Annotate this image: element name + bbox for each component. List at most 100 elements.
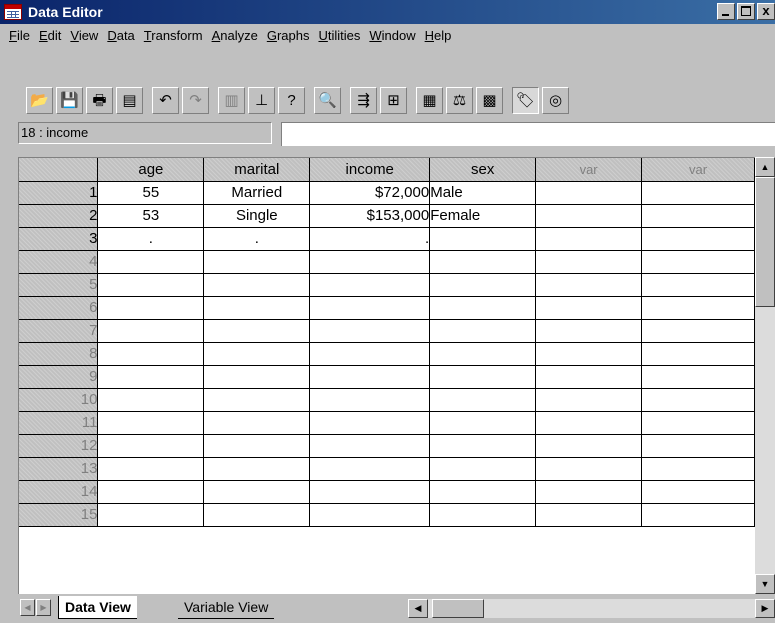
tab-prev-button[interactable]: ◀: [20, 599, 35, 616]
cell-income[interactable]: [309, 503, 431, 527]
cell-var[interactable]: [535, 296, 643, 320]
cell-age[interactable]: [97, 457, 205, 481]
cell-marital[interactable]: [203, 411, 311, 435]
cell-income[interactable]: [309, 480, 431, 504]
undo-button[interactable]: ↶: [152, 86, 179, 114]
cell-age[interactable]: [97, 434, 205, 458]
cell-var[interactable]: [535, 365, 643, 389]
cell-marital[interactable]: .: [203, 227, 311, 251]
cell-var[interactable]: [535, 480, 643, 504]
column-header-age[interactable]: age: [97, 158, 205, 182]
menu-utilities[interactable]: Utilities: [318, 28, 360, 43]
cell-var[interactable]: [641, 434, 755, 458]
cell-marital[interactable]: Married: [203, 181, 311, 205]
use-sets-button[interactable]: ◎: [542, 86, 569, 114]
cell-var[interactable]: [535, 388, 643, 412]
cell-var[interactable]: [535, 457, 643, 481]
cell-editor-input[interactable]: [281, 122, 775, 146]
scroll-left-button[interactable]: ◀: [408, 599, 428, 618]
column-header-sex[interactable]: sex: [429, 158, 537, 182]
cell-marital[interactable]: [203, 434, 311, 458]
cell-marital[interactable]: [203, 273, 311, 297]
scroll-down-button[interactable]: ▼: [755, 574, 775, 594]
row-header[interactable]: 4: [19, 250, 99, 274]
cell-var[interactable]: [641, 457, 755, 481]
grid-corner[interactable]: [19, 158, 99, 182]
cell-var[interactable]: [535, 319, 643, 343]
row-header[interactable]: 13: [19, 457, 99, 481]
cell-sex[interactable]: [429, 411, 537, 435]
cell-sex[interactable]: Female: [429, 204, 537, 228]
cell-marital[interactable]: [203, 342, 311, 366]
cell-income[interactable]: .: [309, 227, 431, 251]
print-button[interactable]: 🖶: [86, 86, 113, 114]
column-header-income[interactable]: income: [309, 158, 431, 182]
tab-data-view[interactable]: Data View: [58, 596, 137, 619]
scroll-up-button[interactable]: ▲: [755, 157, 775, 177]
cell-age[interactable]: .: [97, 227, 205, 251]
save-file-button[interactable]: 💾: [56, 86, 83, 114]
menu-window[interactable]: Window: [369, 28, 415, 43]
menu-analyze[interactable]: Analyze: [212, 28, 258, 43]
cell-var[interactable]: [641, 365, 755, 389]
cell-income[interactable]: [309, 388, 431, 412]
insert-variable-button[interactable]: ⊞: [380, 86, 407, 114]
row-header[interactable]: 5: [19, 273, 99, 297]
cell-var[interactable]: [641, 181, 755, 205]
cell-income[interactable]: $153,000: [309, 204, 431, 228]
cell-var[interactable]: [641, 388, 755, 412]
cell-sex[interactable]: [429, 434, 537, 458]
dialog-recall-button[interactable]: ▤: [116, 86, 143, 114]
cell-var[interactable]: [535, 411, 643, 435]
insert-cases-button[interactable]: ⇶: [350, 86, 377, 114]
cell-var[interactable]: [535, 227, 643, 251]
cell-sex[interactable]: [429, 480, 537, 504]
row-header[interactable]: 1: [19, 181, 99, 205]
menu-transform[interactable]: Transform: [144, 28, 203, 43]
row-header[interactable]: 7: [19, 319, 99, 343]
menu-help[interactable]: Help: [425, 28, 452, 43]
column-header-var[interactable]: var: [641, 158, 755, 182]
row-header[interactable]: 3: [19, 227, 99, 251]
cell-var[interactable]: [641, 204, 755, 228]
cell-sex[interactable]: [429, 250, 537, 274]
row-header[interactable]: 9: [19, 365, 99, 389]
row-header[interactable]: 10: [19, 388, 99, 412]
cell-income[interactable]: [309, 273, 431, 297]
row-header[interactable]: 12: [19, 434, 99, 458]
cell-age[interactable]: [97, 319, 205, 343]
vertical-scrollbar[interactable]: ▲ ▼: [755, 157, 775, 594]
vertical-scroll-thumb[interactable]: [755, 177, 775, 307]
goto-case-button[interactable]: ⊥: [248, 86, 275, 114]
menu-graphs[interactable]: Graphs: [267, 28, 310, 43]
cell-marital[interactable]: [203, 457, 311, 481]
value-labels-button[interactable]: 🏷: [512, 86, 539, 114]
row-header[interactable]: 14: [19, 480, 99, 504]
row-header[interactable]: 8: [19, 342, 99, 366]
cell-income[interactable]: $72,000: [309, 181, 431, 205]
cell-marital[interactable]: [203, 365, 311, 389]
menu-file[interactable]: File: [9, 28, 30, 43]
scroll-right-button[interactable]: ▶: [755, 599, 775, 618]
cell-income[interactable]: [309, 296, 431, 320]
cell-income[interactable]: [309, 457, 431, 481]
goto-chart-button[interactable]: ▥: [218, 86, 245, 114]
open-file-button[interactable]: 📂: [26, 86, 53, 114]
cell-age[interactable]: [97, 273, 205, 297]
cell-age[interactable]: [97, 342, 205, 366]
find-button[interactable]: 🔍: [314, 86, 341, 114]
cell-var[interactable]: [535, 503, 643, 527]
tab-variable-view[interactable]: Variable View: [178, 596, 275, 619]
menu-view[interactable]: View: [70, 28, 98, 43]
cell-var[interactable]: [641, 411, 755, 435]
variables-button[interactable]: ?: [278, 86, 305, 114]
cell-age[interactable]: [97, 503, 205, 527]
tab-next-button[interactable]: ▶: [36, 599, 51, 616]
select-cases-button[interactable]: ▩: [476, 86, 503, 114]
cell-var[interactable]: [535, 273, 643, 297]
cell-var[interactable]: [535, 434, 643, 458]
horizontal-scrollbar[interactable]: ◀ ▶: [408, 599, 775, 618]
row-header[interactable]: 6: [19, 296, 99, 320]
cell-age[interactable]: 55: [97, 181, 205, 205]
cell-var[interactable]: [641, 273, 755, 297]
